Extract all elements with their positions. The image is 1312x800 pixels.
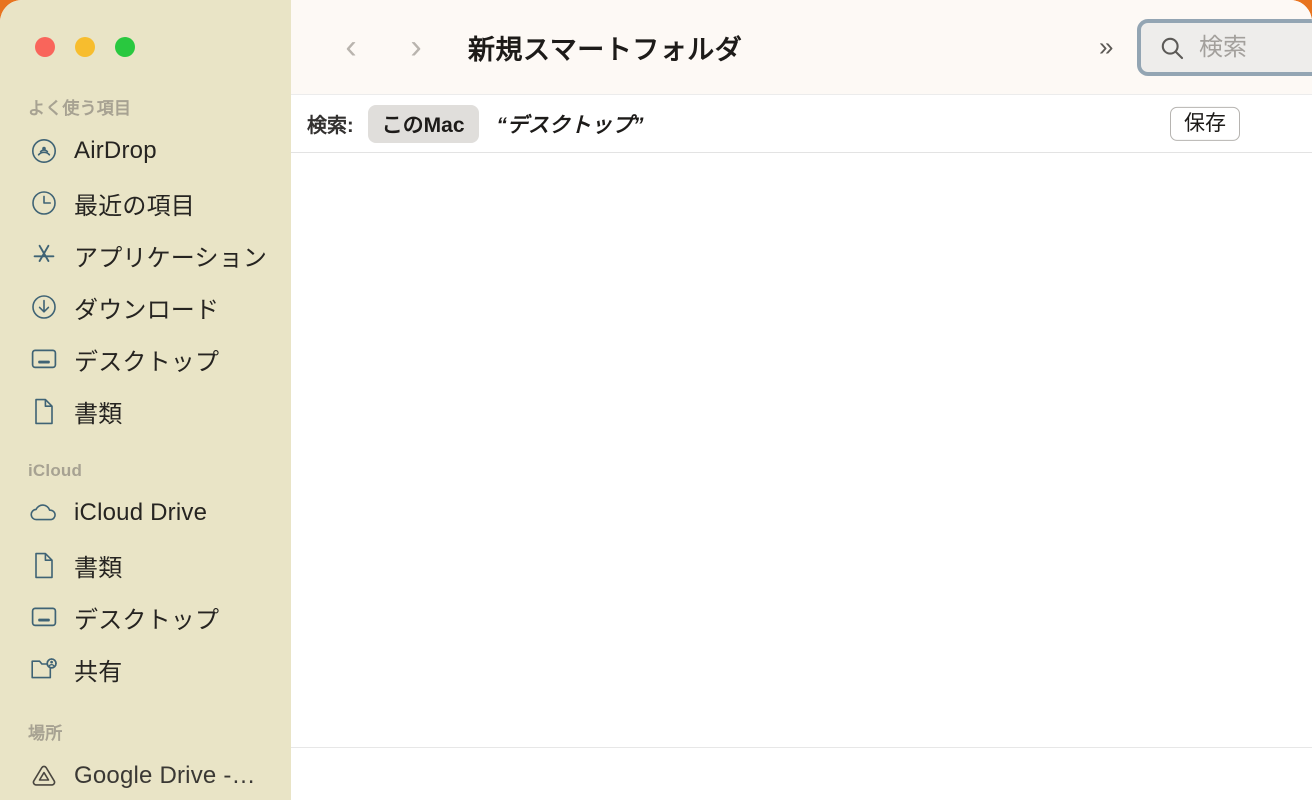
sidebar-section-favorites-title: よく使う項目 xyxy=(28,99,132,118)
file-list-results-area[interactable] xyxy=(291,153,1312,800)
sidebar-item-icloud-desktop[interactable]: デスクトップ xyxy=(0,591,291,643)
sidebar-item-label: iCloud Drive xyxy=(74,499,208,526)
sidebar-item-airdrop[interactable]: AirDrop xyxy=(0,125,291,177)
sidebar-item-icloud-drive[interactable]: iCloud Drive xyxy=(0,487,291,539)
search-label: 検索: xyxy=(307,115,354,137)
double-chevron-right-icon: » xyxy=(1099,31,1114,62)
minimize-button[interactable] xyxy=(75,37,95,57)
sidebar-item-documents[interactable]: 書類 xyxy=(0,385,291,437)
clock-icon xyxy=(30,189,58,217)
forward-button[interactable]: › xyxy=(396,25,436,69)
sidebar-item-icloud-documents[interactable]: 書類 xyxy=(0,539,291,591)
chevron-left-icon: ‹ xyxy=(345,28,357,66)
search-icon xyxy=(1159,35,1185,61)
google-drive-icon xyxy=(30,762,58,790)
sidebar-item-google-drive[interactable]: Google Drive -… xyxy=(0,750,291,800)
search-scope-desktop[interactable]: “デスクトップ” xyxy=(497,109,644,139)
search-criteria-bar: 検索: このMac “デスクトップ” 保存 + xyxy=(291,95,1312,153)
close-button[interactable] xyxy=(35,37,55,57)
toolbar-overflow-button[interactable]: » xyxy=(1099,31,1114,63)
sidebar-item-label: デスクトップ xyxy=(74,606,220,634)
applications-icon xyxy=(30,241,58,269)
content-pane: ‹ › 新規スマートフォルダ » 検索: こ xyxy=(291,0,1312,800)
document-icon xyxy=(30,397,58,425)
window-title: 新規スマートフォルダ xyxy=(468,34,743,65)
cloud-icon xyxy=(30,499,58,527)
sidebar: よく使う項目 AirDrop 最近の項目 アプリケーション ダウンロード デスク… xyxy=(0,0,291,800)
sidebar-item-label: 書類 xyxy=(74,554,123,582)
airdrop-icon xyxy=(30,137,58,165)
shared-folder-icon xyxy=(30,655,58,683)
sidebar-section-locations-title: 場所 xyxy=(28,724,63,743)
search-scope-this-mac[interactable]: このMac xyxy=(367,104,479,143)
finder-window: よく使う項目 AirDrop 最近の項目 アプリケーション ダウンロード デスク… xyxy=(0,0,1312,800)
desktop-icon xyxy=(30,603,58,631)
save-button[interactable]: 保存 xyxy=(1170,106,1240,141)
sidebar-item-label: Google Drive -… xyxy=(74,762,256,789)
sidebar-item-label: 最近の項目 xyxy=(74,192,195,220)
sidebar-scroll-area[interactable]: よく使う項目 AirDrop 最近の項目 アプリケーション ダウンロード デスク… xyxy=(0,88,291,800)
desktop-icon xyxy=(30,345,58,373)
sidebar-item-recents[interactable]: 最近の項目 xyxy=(0,177,291,229)
chevron-right-icon: › xyxy=(410,28,422,66)
search-input[interactable] xyxy=(1199,33,1312,62)
back-button[interactable]: ‹ xyxy=(331,25,371,69)
sidebar-item-label: デスクトップ xyxy=(74,348,220,376)
sidebar-item-shared[interactable]: 共有 xyxy=(0,643,291,695)
sidebar-item-label: AirDrop xyxy=(74,137,157,164)
sidebar-item-applications[interactable]: アプリケーション xyxy=(0,229,291,281)
sidebar-item-downloads[interactable]: ダウンロード xyxy=(0,281,291,333)
sidebar-item-label: 共有 xyxy=(74,658,123,686)
search-field[interactable] xyxy=(1137,19,1312,76)
sidebar-section-icloud-title: iCloud xyxy=(28,461,83,480)
sidebar-item-desktop[interactable]: デスクトップ xyxy=(0,333,291,385)
status-bar xyxy=(291,748,1312,800)
sidebar-item-label: 書類 xyxy=(74,400,123,428)
sidebar-item-label: ダウンロード xyxy=(74,296,220,324)
maximize-button[interactable] xyxy=(115,37,135,57)
document-icon xyxy=(30,551,58,579)
window-toolbar: ‹ › 新規スマートフォルダ » xyxy=(291,0,1312,95)
download-icon xyxy=(30,293,58,321)
sidebar-item-label: アプリケーション xyxy=(74,244,268,272)
window-controls xyxy=(35,37,135,57)
